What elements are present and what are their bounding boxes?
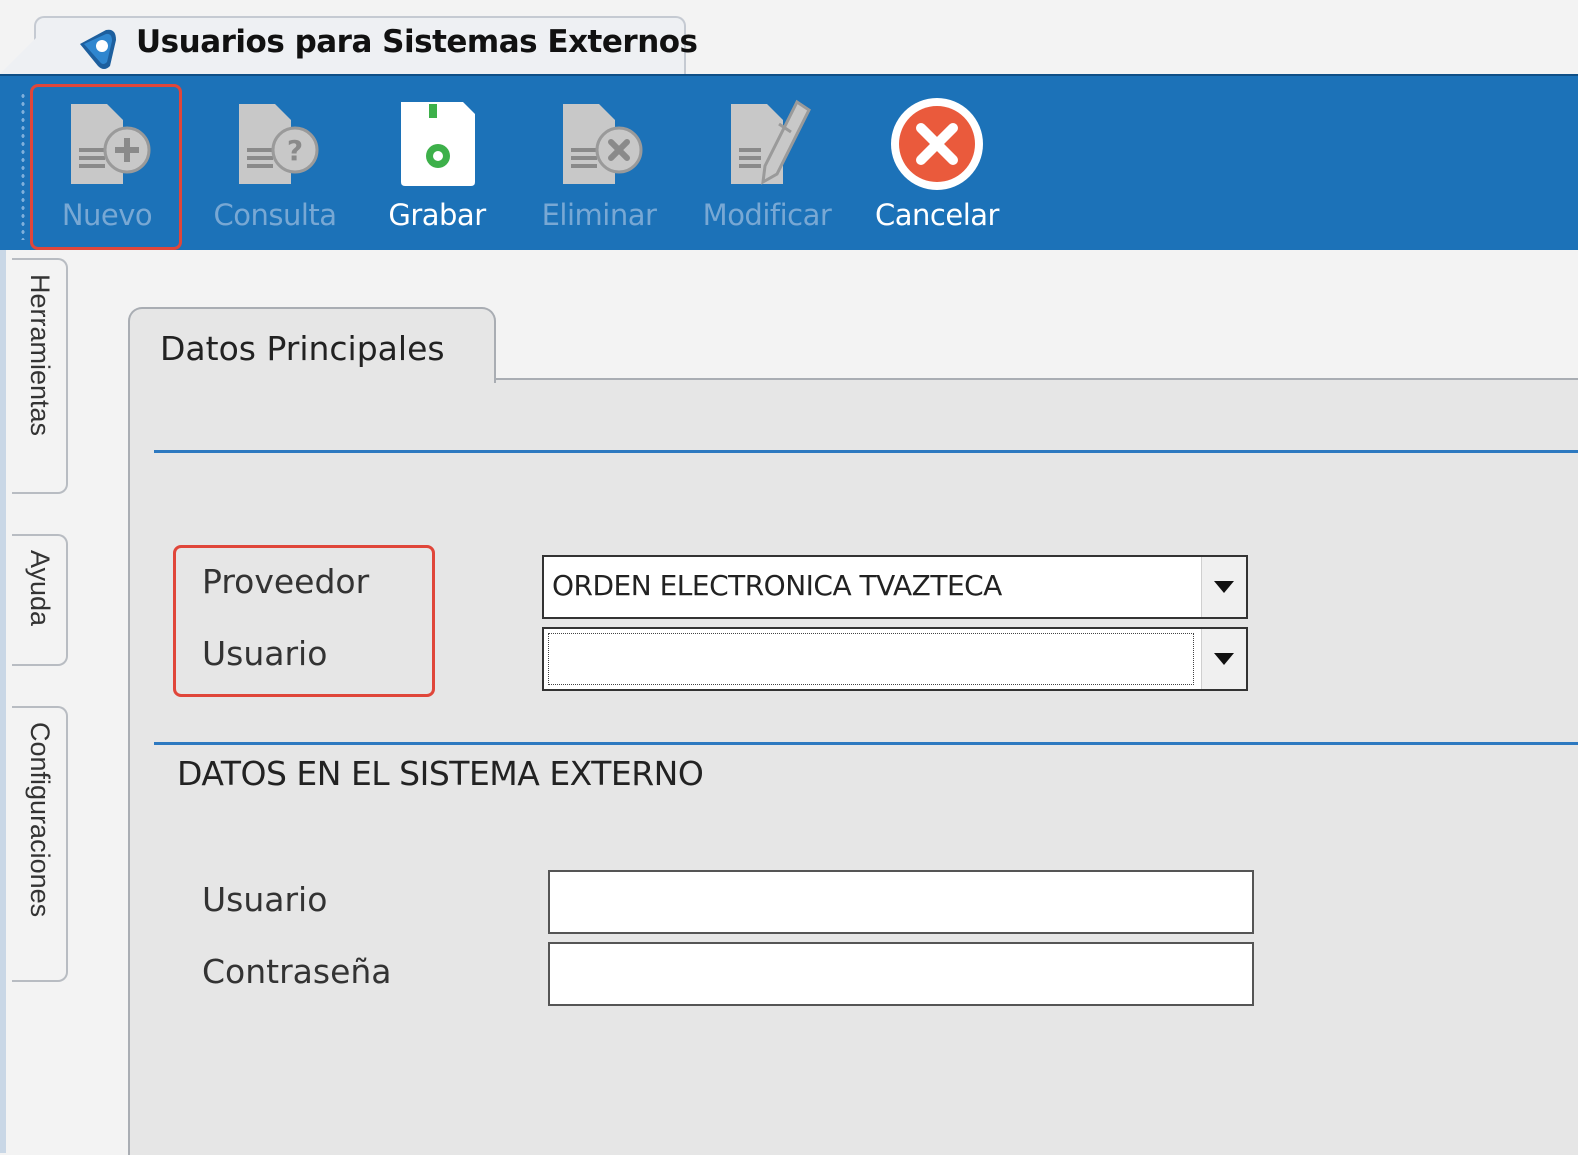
- side-panel: Herramientas Ayuda Configuraciones: [6, 250, 68, 1153]
- edit-button[interactable]: Modificar: [692, 76, 842, 252]
- divider-top: [154, 450, 1578, 453]
- side-tab-ayuda-label: Ayuda: [25, 550, 55, 627]
- new-button-highlight: [30, 84, 182, 250]
- document-question-icon: ?: [239, 104, 319, 184]
- save-button-label: Grabar: [388, 198, 486, 232]
- side-tab-herramientas[interactable]: Herramientas: [12, 258, 68, 494]
- divider-section: [154, 742, 1578, 745]
- cancel-button-label: Cancelar: [875, 198, 999, 232]
- external-user-input[interactable]: [548, 870, 1254, 934]
- window-title: Usuarios para Sistemas Externos: [136, 24, 698, 60]
- floppy-disk-icon: [401, 102, 475, 186]
- usuario-label: Usuario: [202, 634, 328, 673]
- document-edit-icon: [731, 99, 811, 185]
- side-tab-configuraciones[interactable]: Configuraciones: [12, 706, 68, 982]
- window-tab[interactable]: Usuarios para Sistemas Externos: [34, 16, 698, 78]
- chevron-down-icon[interactable]: [1201, 629, 1246, 689]
- document-delete-icon: [563, 104, 643, 184]
- delete-button[interactable]: Eliminar: [524, 76, 674, 252]
- proveedor-dropdown-value: ORDEN ELECTRONICA TVAZTECA: [552, 569, 1002, 602]
- usuario-dropdown[interactable]: [542, 627, 1248, 691]
- toolbar: Nuevo ? Consulta Grabar Eliminar Modific…: [0, 74, 1578, 252]
- tab-datos-principales[interactable]: Datos Principales: [128, 307, 496, 383]
- cancel-x-icon: [891, 98, 983, 190]
- side-tab-herramientas-label: Herramientas: [25, 274, 55, 437]
- query-button-label: Consulta: [213, 198, 337, 232]
- side-tab-ayuda[interactable]: Ayuda: [12, 534, 68, 666]
- query-button[interactable]: ? Consulta: [200, 76, 350, 252]
- svg-text:?: ?: [287, 134, 303, 167]
- delete-button-label: Eliminar: [541, 198, 657, 232]
- app-logo-icon: [80, 29, 116, 69]
- proveedor-label: Proveedor: [202, 562, 370, 601]
- section-title: DATOS EN EL SISTEMA EXTERNO: [177, 754, 704, 793]
- focus-rect: [548, 633, 1194, 685]
- tab-datos-principales-label: Datos Principales: [160, 329, 445, 368]
- chevron-down-icon[interactable]: [1201, 557, 1246, 617]
- edit-button-label: Modificar: [702, 198, 832, 232]
- toolbar-grip[interactable]: [20, 92, 26, 240]
- proveedor-dropdown[interactable]: ORDEN ELECTRONICA TVAZTECA: [542, 555, 1248, 619]
- external-password-input[interactable]: [548, 942, 1254, 1006]
- external-password-label: Contraseña: [202, 952, 392, 991]
- save-button[interactable]: Grabar: [362, 76, 512, 252]
- side-tab-configuraciones-label: Configuraciones: [25, 722, 55, 918]
- external-user-label: Usuario: [202, 880, 328, 919]
- cancel-button[interactable]: Cancelar: [862, 76, 1012, 252]
